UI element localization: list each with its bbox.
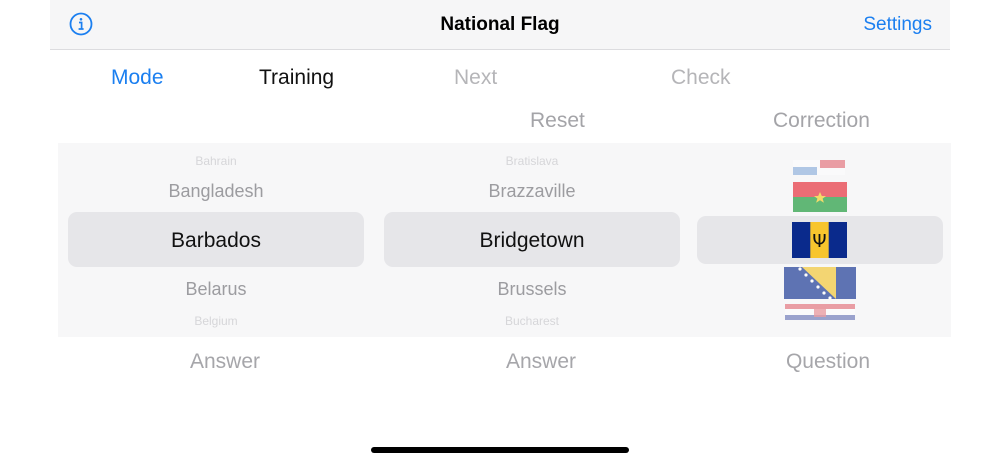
list-item[interactable]: Bucharest [384,314,680,328]
mode-button[interactable]: Mode [111,66,164,90]
flag-burkina-faso-icon[interactable] [793,182,847,212]
list-item[interactable]: Bangladesh [68,181,364,202]
list-item[interactable]: Bratislava [384,154,680,168]
settings-button[interactable]: Settings [863,14,932,36]
reset-button[interactable]: Reset [530,109,585,133]
list-item[interactable]: Brussels [384,279,680,300]
list-item-selected[interactable]: Bridgetown [384,229,680,253]
home-indicator[interactable] [371,447,629,453]
check-button[interactable]: Check [671,66,731,90]
training-button[interactable]: Training [259,66,334,90]
page-title: National Flag [440,14,560,35]
list-item[interactable]: Belarus [68,279,364,300]
list-item[interactable]: Belgium [68,314,364,328]
next-button[interactable]: Next [454,66,497,90]
country-column-label: Answer [189,350,261,373]
flag-barbados-icon[interactable]: Ψ [792,222,847,258]
flag-croatia-icon[interactable] [785,304,855,320]
capital-column-label: Answer [505,350,577,373]
flag-bosnia-icon[interactable] [784,267,856,299]
navigation-bar: National Flag Settings [50,0,950,50]
svg-text:Ψ: Ψ [812,231,826,252]
flag-bahrain-icon[interactable] [793,160,845,175]
flag-column-label: Question [785,350,871,373]
list-item[interactable]: Bahrain [68,154,364,168]
correction-button[interactable]: Correction [773,109,870,133]
list-item[interactable]: Brazzaville [384,181,680,202]
list-item-selected[interactable]: Barbados [68,229,364,253]
